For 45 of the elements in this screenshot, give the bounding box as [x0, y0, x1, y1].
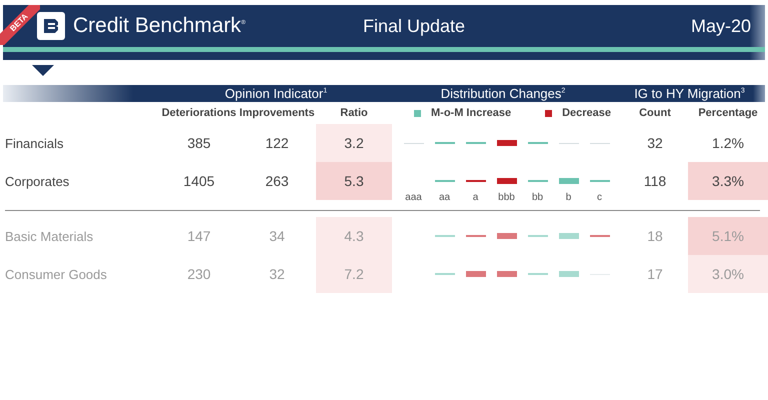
row-label: Corporates	[5, 172, 70, 191]
logo-icon	[37, 12, 65, 40]
rating-label: bbb	[497, 192, 516, 205]
table-cell-text: 147	[186, 227, 212, 246]
ratio-cell: 4.3	[316, 217, 392, 255]
row-label: Financials	[5, 134, 65, 152]
legend-label: M-o-M Increase	[431, 107, 512, 119]
report-date: May-20	[690, 16, 751, 36]
percentage-cell: 5.1%	[688, 217, 768, 255]
table-cell-text: 34	[268, 227, 286, 246]
ratio-cell: 7.2	[316, 255, 392, 293]
table-cell-text: 118	[642, 172, 668, 191]
section-title: Distribution Changes$^{2}$	[440, 86, 566, 101]
column-header: Improvements	[238, 106, 316, 121]
rating-label: b	[564, 192, 572, 205]
row-label: Basic Materials	[5, 228, 94, 246]
table-cell-text: 18	[646, 227, 664, 246]
column-header: Deteriorations	[160, 106, 238, 121]
percentage-cell-text: 1.2%	[711, 134, 745, 153]
rating-label: aaa	[404, 192, 423, 205]
percentage-cell: 3.3%	[688, 162, 768, 200]
report-title: Final Update	[363, 16, 466, 36]
ratio-cell: 3.2	[316, 124, 392, 162]
legend-label: Decrease	[562, 107, 612, 119]
table-cell-text: 17	[646, 265, 664, 284]
table-cell-text: 230	[186, 265, 212, 284]
rating-label: aa	[438, 192, 452, 205]
column-header: Percentage	[697, 106, 759, 121]
row-label: Consumer Goods	[5, 266, 108, 284]
rating-label: a	[472, 192, 480, 205]
section-title: Opinion Indicator$^{1}$	[224, 86, 328, 101]
table-cell-text: 32	[646, 134, 664, 153]
percentage-cell: 3.0%	[688, 255, 768, 293]
table-cell-text: 263	[264, 172, 290, 191]
section-title: IG to HY Migration$^{3}$	[633, 86, 746, 101]
table-cell-text: 385	[186, 134, 212, 153]
rating-label: bb	[530, 192, 544, 205]
column-header: Ratio	[339, 106, 369, 121]
rating-label: c	[596, 192, 603, 205]
table-cell-text: 122	[264, 134, 290, 153]
brand-name: Credit Benchmark$^{®}$	[73, 14, 246, 38]
column-header: Count	[638, 106, 672, 121]
table-cell-text: 1405	[182, 172, 216, 191]
ratio-cell: 5.3	[316, 162, 392, 200]
table-cell-text: 32	[268, 265, 286, 284]
